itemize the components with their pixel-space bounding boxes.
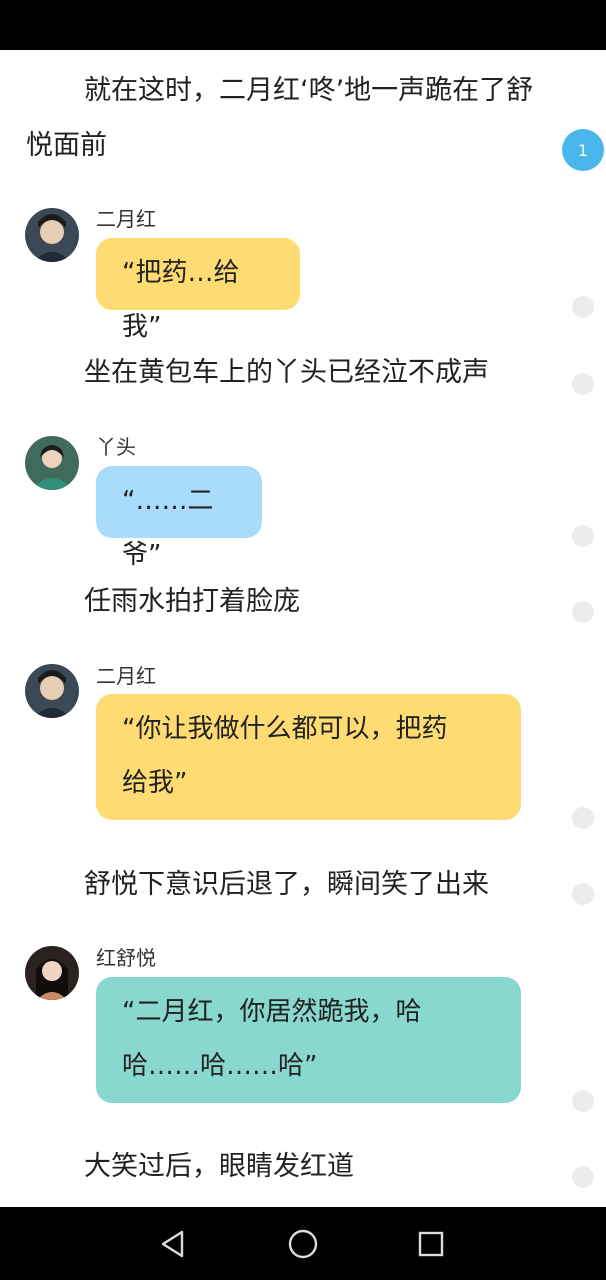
avatar-yatou — [25, 436, 79, 490]
status-bar — [0, 0, 606, 50]
navigation-bar — [0, 1207, 606, 1280]
speaker-name: 红舒悦 — [96, 946, 156, 970]
avatar-eryuehong — [25, 664, 79, 718]
comment-dot[interactable] — [572, 525, 594, 547]
speech-bubble-line-2: 给我” — [122, 768, 188, 798]
comment-count-badge[interactable]: 1 — [562, 129, 604, 171]
speech-bubble: “你让我做什么都可以，把药 给我” — [96, 694, 521, 820]
narration-paragraph-1-line-2: 悦面前 — [26, 130, 107, 161]
comment-dot[interactable] — [572, 1090, 594, 1112]
narration-paragraph-1-line-1: 就在这时，二月红‘咚’地一声跪在了舒 — [84, 75, 534, 106]
speaker-name: 二月红 — [96, 207, 156, 231]
comment-dot[interactable] — [572, 883, 594, 905]
comment-dot[interactable] — [572, 601, 594, 623]
speech-bubble-line-1: “二月红，你居然跪我，哈 — [122, 997, 422, 1027]
speaker-name: 丫头 — [96, 435, 136, 459]
comment-dot[interactable] — [572, 807, 594, 829]
speech-bubble-line-2: 哈……哈……哈” — [122, 1051, 318, 1081]
narration-line: 坐在黄包车上的丫头已经泣不成声 — [84, 357, 489, 388]
narration-line: 大笑过后，眼睛发红道 — [84, 1151, 354, 1182]
speech-bubble: “把药…给我” — [96, 238, 300, 342]
speech-bubble-line-1: “你让我做什么都可以，把药 — [122, 714, 448, 744]
speech-bubble: “……二爷” — [96, 466, 262, 570]
comment-dot[interactable] — [572, 296, 594, 318]
home-circle-icon — [288, 1229, 318, 1258]
back-triangle-icon — [161, 1230, 184, 1257]
recents-button[interactable] — [391, 1207, 471, 1280]
home-button[interactable] — [263, 1207, 343, 1280]
comment-dot[interactable] — [572, 373, 594, 395]
narration-line: 舒悦下意识后退了，瞬间笑了出来 — [84, 869, 489, 900]
speaker-name: 二月红 — [96, 664, 156, 688]
back-button[interactable] — [133, 1207, 213, 1280]
recents-square-icon — [418, 1231, 444, 1256]
avatar-eryuehong — [25, 208, 79, 262]
narration-line: 任雨水拍打着脸庞 — [84, 586, 300, 617]
comment-dot[interactable] — [572, 1166, 594, 1188]
avatar-hongshuyue — [25, 946, 79, 1000]
speech-bubble: “二月红，你居然跪我，哈 哈……哈……哈” — [96, 977, 521, 1103]
